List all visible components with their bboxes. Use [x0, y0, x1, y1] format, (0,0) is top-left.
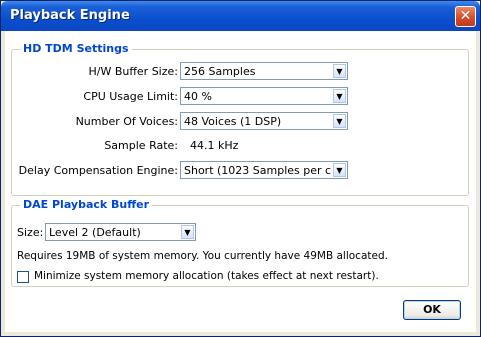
- number-of-voices-value: 48 Voices (1 DSP): [184, 115, 282, 128]
- dae-playback-buffer-legend: DAE Playback Buffer: [20, 198, 153, 211]
- number-of-voices-select[interactable]: 48 Voices (1 DSP) ▼: [180, 112, 348, 130]
- sample-rate-label: Sample Rate:: [104, 139, 178, 152]
- ok-button[interactable]: OK: [403, 300, 461, 320]
- delay-compensation-select[interactable]: Short (1023 Samples per chani ▼: [180, 161, 348, 179]
- cpu-usage-limit-value: 40 %: [184, 90, 212, 103]
- title-bar[interactable]: Playback Engine ✕: [1, 1, 480, 31]
- window-title: Playback Engine: [10, 8, 130, 23]
- buffer-size-select[interactable]: Level 2 (Default) ▼: [45, 223, 196, 241]
- hw-buffer-size-select[interactable]: 256 Samples ▼: [180, 62, 348, 80]
- hw-buffer-size-label: H/W Buffer Size:: [88, 65, 178, 78]
- buffer-size-label: Size:: [17, 226, 44, 239]
- close-icon: ✕: [459, 8, 472, 24]
- cpu-usage-limit-label: CPU Usage Limit:: [83, 90, 178, 103]
- memory-requirement-text: Requires 19MB of system memory. You curr…: [17, 250, 388, 262]
- hd-tdm-settings-legend: HD TDM Settings: [20, 42, 132, 55]
- minimize-memory-label[interactable]: Minimize system memory allocation (takes…: [34, 270, 379, 282]
- hd-tdm-settings-group: HD TDM Settings H/W Buffer Size: 256 Sam…: [11, 42, 469, 196]
- dropdown-arrow-icon[interactable]: ▼: [333, 163, 346, 177]
- close-button[interactable]: ✕: [455, 6, 476, 27]
- dialog-body: HD TDM Settings H/W Buffer Size: 256 Sam…: [5, 31, 476, 332]
- hw-buffer-size-value: 256 Samples: [184, 65, 256, 78]
- dropdown-arrow-icon[interactable]: ▼: [181, 225, 194, 239]
- minimize-memory-checkbox[interactable]: [17, 271, 29, 283]
- number-of-voices-label: Number Of Voices:: [75, 115, 178, 128]
- dropdown-arrow-icon[interactable]: ▼: [333, 114, 346, 128]
- dropdown-arrow-icon[interactable]: ▼: [333, 89, 346, 103]
- cpu-usage-limit-select[interactable]: 40 % ▼: [180, 87, 348, 105]
- dropdown-arrow-icon[interactable]: ▼: [333, 64, 346, 78]
- delay-compensation-value: Short (1023 Samples per chani: [184, 164, 332, 177]
- playback-engine-dialog: Playback Engine ✕ HD TDM Settings H/W Bu…: [0, 0, 481, 337]
- dae-playback-buffer-group: DAE Playback Buffer Size: Level 2 (Defau…: [11, 198, 469, 287]
- sample-rate-value: 44.1 kHz: [190, 139, 239, 152]
- delay-compensation-label: Delay Compensation Engine:: [18, 164, 178, 177]
- buffer-size-value: Level 2 (Default): [49, 226, 141, 239]
